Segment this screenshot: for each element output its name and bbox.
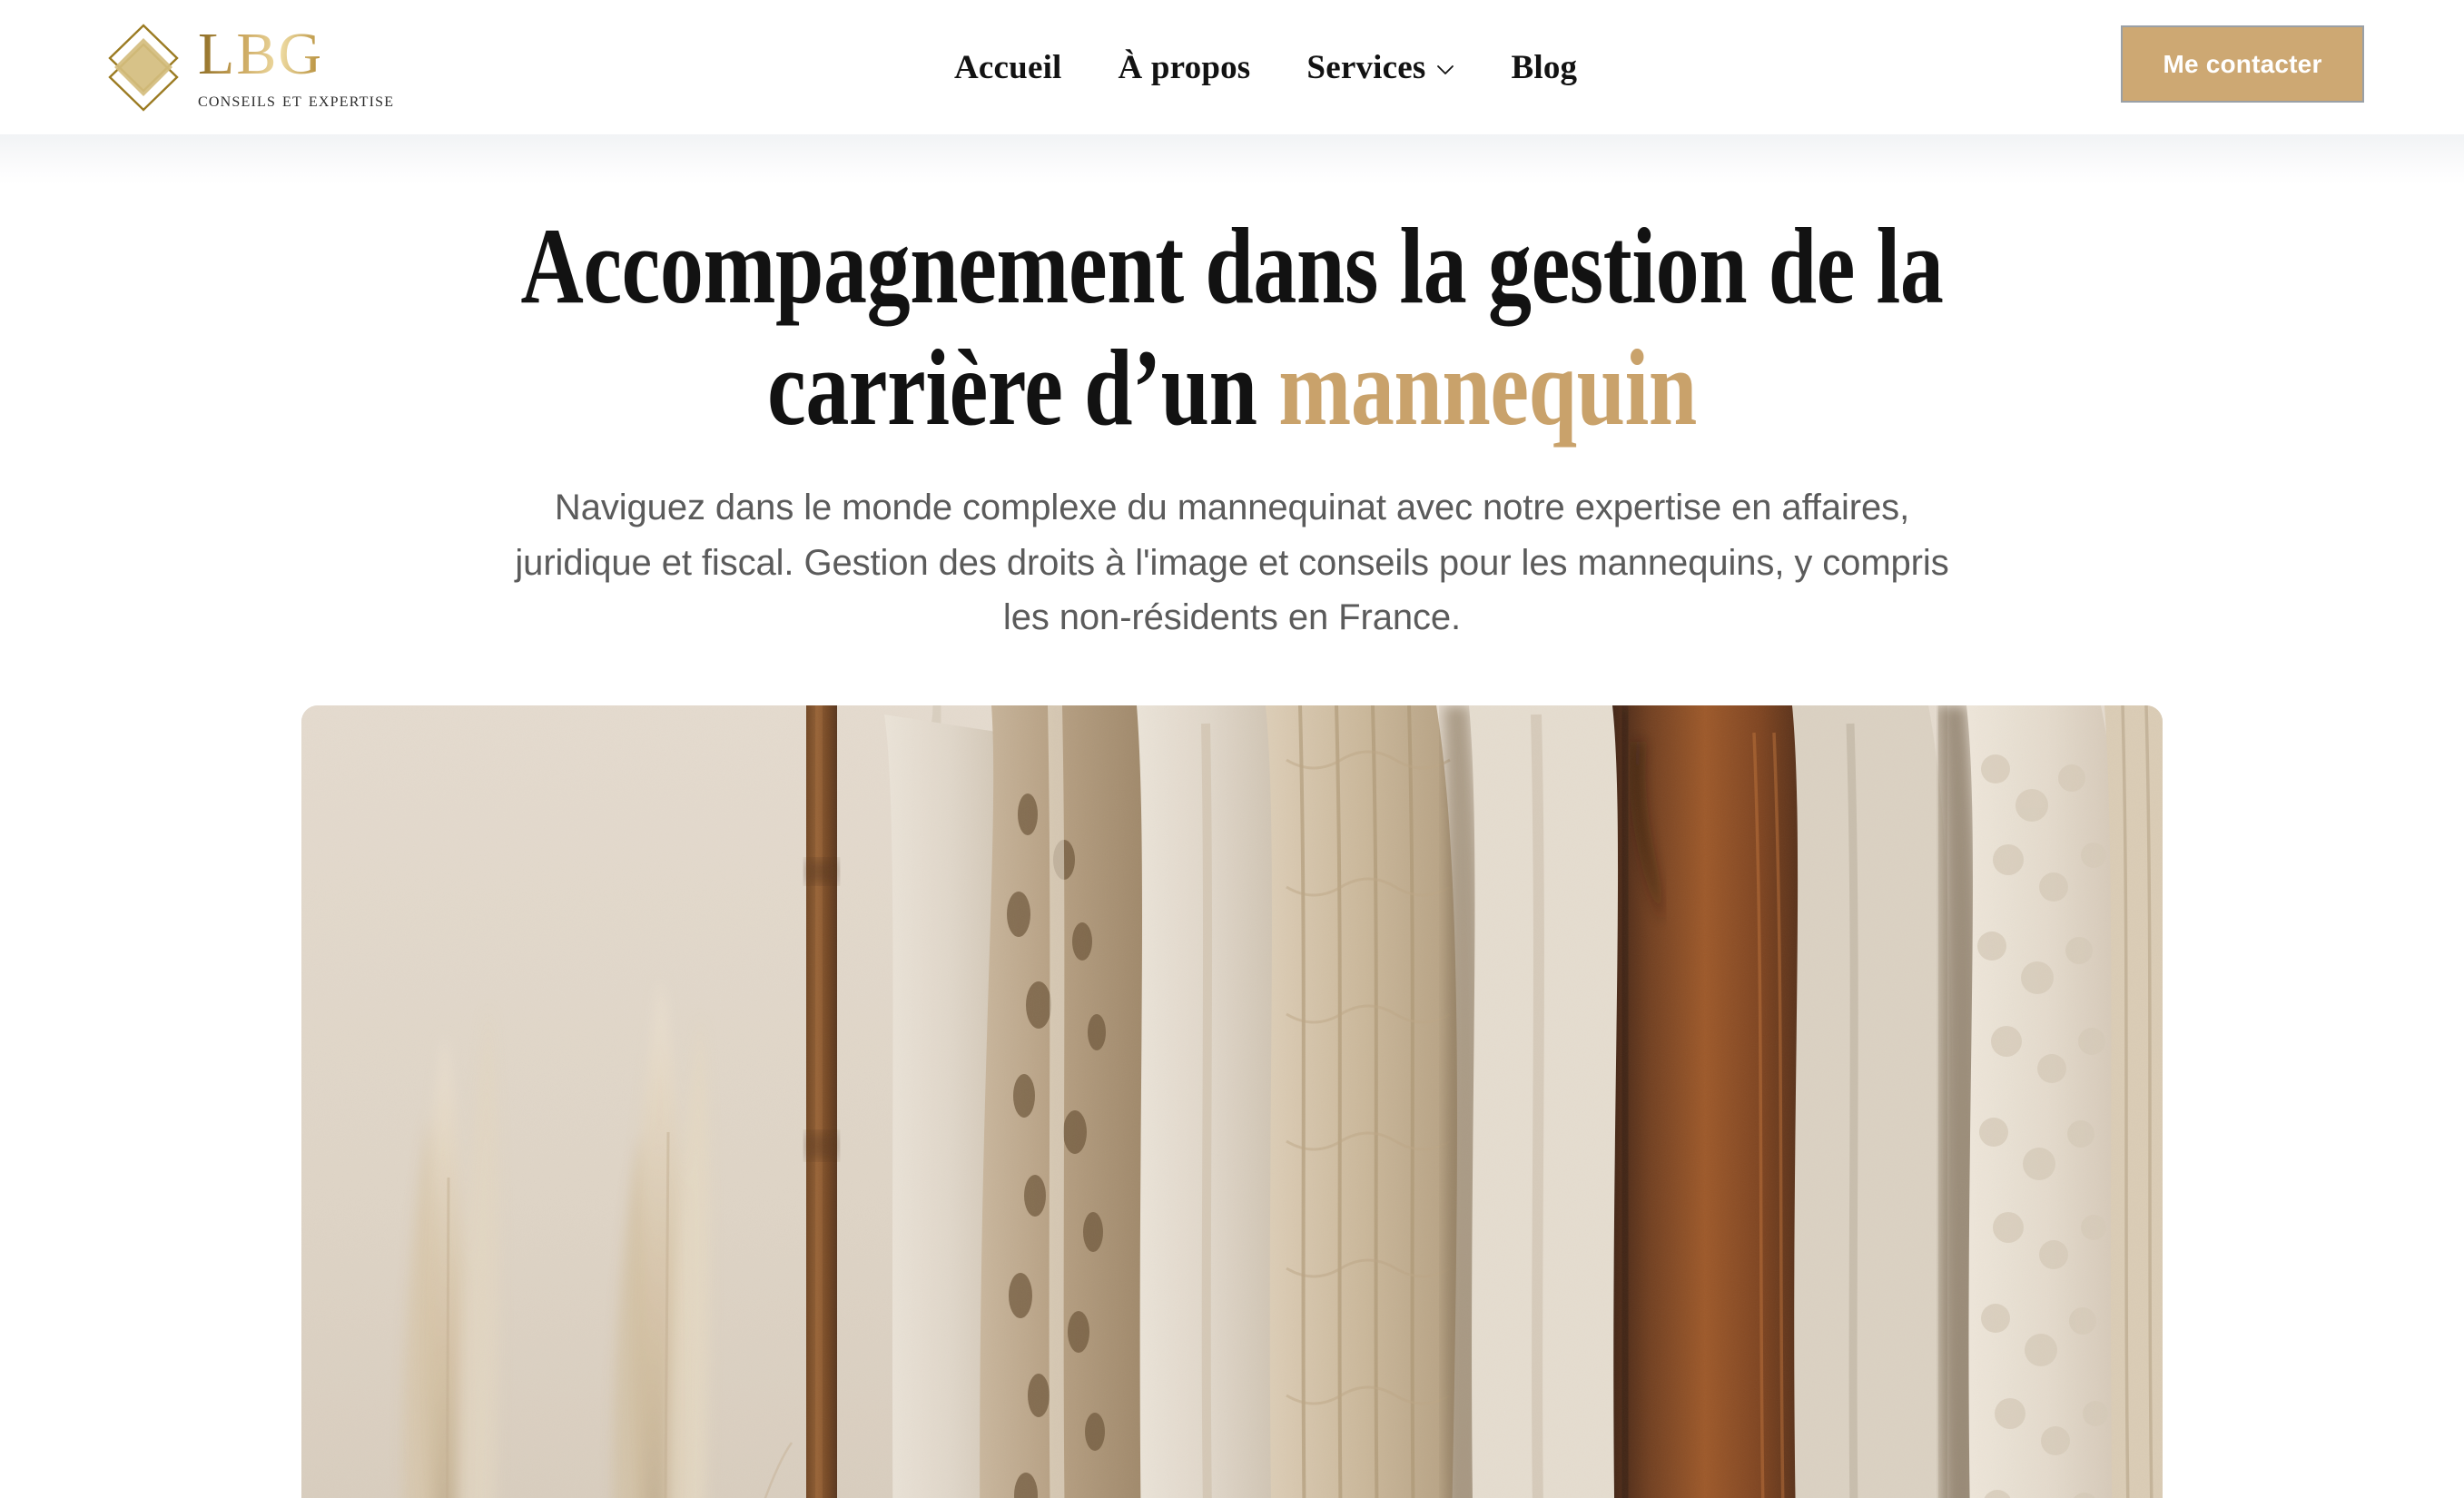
logo-tagline: Conseils et Expertise	[198, 88, 395, 111]
page-title-line-2-lead: d’un	[1084, 327, 1279, 448]
nav-label-blog: Blog	[1511, 48, 1578, 86]
nav-link-blog[interactable]: Blog	[1483, 48, 1605, 87]
nav-link-a-propos[interactable]: À propos	[1090, 48, 1279, 87]
nav-link-services[interactable]: Services	[1278, 48, 1483, 87]
main-navigation: Accueil À propos Services Blog	[926, 0, 1605, 134]
contact-button[interactable]: Me contacter	[2121, 25, 2364, 103]
nav-label-accueil: Accueil	[954, 48, 1062, 86]
chevron-down-icon	[1436, 64, 1454, 75]
header-bottom-gradient	[0, 134, 2464, 185]
hero-section: Accompagnement dans la gestion de la car…	[0, 185, 2464, 1498]
double-diamond-logo-icon	[102, 20, 185, 115]
hero-photo-graphic	[301, 705, 2163, 1498]
logo-wordmark: LBG	[198, 25, 394, 86]
page-subtitle: Naviguez dans le monde complexe du manne…	[515, 487, 1949, 638]
contact-button-label: Me contacter	[2163, 49, 2322, 78]
nav-label-services: Services	[1306, 48, 1426, 86]
page-title-accent-word: mannequin	[1278, 327, 1697, 448]
page-title: Accompagnement dans la gestion de la car…	[480, 205, 1984, 449]
nav-link-accueil[interactable]: Accueil	[926, 48, 1090, 87]
logo-home-link[interactable]: LBG Conseils et Expertise	[102, 20, 394, 115]
site-header: LBG Conseils et Expertise Accueil À prop…	[0, 0, 2464, 134]
hero-image	[301, 705, 2163, 1498]
nav-label-a-propos: À propos	[1118, 48, 1251, 86]
